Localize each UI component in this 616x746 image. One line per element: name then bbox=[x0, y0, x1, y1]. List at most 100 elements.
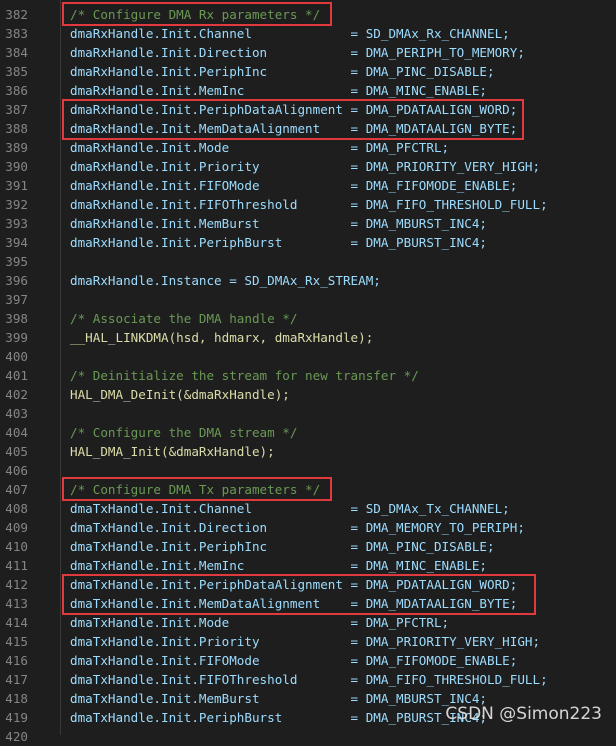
line-number: 386 bbox=[5, 83, 28, 98]
line-number: 395 bbox=[5, 254, 28, 269]
line-number: 404 bbox=[5, 425, 28, 440]
highlight-box-rx-alignment bbox=[62, 99, 524, 140]
code-text: dmaTxHandle.Init.FIFOMode = DMA_FIFOMODE… bbox=[70, 653, 518, 668]
line-number: 399 bbox=[5, 330, 28, 345]
line-number: 396 bbox=[5, 273, 28, 288]
code-text: /* Associate the DMA handle */ bbox=[70, 311, 298, 326]
code-line[interactable]: 399 __HAL_LINKDMA(hsd, hdmarx, dmaRxHandl… bbox=[0, 328, 616, 347]
code-text: dmaRxHandle.Init.PeriphInc = DMA_PINC_DI… bbox=[70, 64, 495, 79]
line-number: 416 bbox=[5, 653, 28, 668]
code-text: dmaTxHandle.Init.Direction = DMA_MEMORY_… bbox=[70, 520, 525, 535]
line-number: 413 bbox=[5, 596, 28, 611]
code-text: /* Configure the DMA stream */ bbox=[70, 425, 298, 440]
code-text: dmaTxHandle.Init.MemInc = DMA_MINC_ENABL… bbox=[70, 558, 488, 573]
code-text: dmaRxHandle.Init.Mode = DMA_PFCTRL; bbox=[70, 140, 450, 155]
code-text: dmaTxHandle.Init.Mode = DMA_PFCTRL; bbox=[70, 615, 450, 630]
code-line[interactable]: 397 bbox=[0, 290, 616, 309]
line-number: 411 bbox=[5, 558, 28, 573]
code-text: dmaRxHandle.Init.MemInc = DMA_MINC_ENABL… bbox=[70, 83, 488, 98]
code-text: dmaRxHandle.Init.FIFOThreshold = DMA_FIF… bbox=[70, 197, 548, 212]
line-number: 403 bbox=[5, 406, 28, 421]
line-number: 414 bbox=[5, 615, 28, 630]
code-line[interactable]: 393 dmaRxHandle.Init.MemBurst = DMA_MBURS… bbox=[0, 214, 616, 233]
line-number: 393 bbox=[5, 216, 28, 231]
line-number: 392 bbox=[5, 197, 28, 212]
line-number: 402 bbox=[5, 387, 28, 402]
code-line[interactable]: 400 bbox=[0, 347, 616, 366]
line-number: 409 bbox=[5, 520, 28, 535]
code-text: dmaTxHandle.Init.MemBurst = DMA_MBURST_I… bbox=[70, 691, 488, 706]
code-text: dmaTxHandle.Init.Channel = SD_DMAx_Tx_CH… bbox=[70, 501, 510, 516]
code-line[interactable]: 390 dmaRxHandle.Init.Priority = DMA_PRIOR… bbox=[0, 157, 616, 176]
code-text: /* Deinitialize the stream for new trans… bbox=[70, 368, 419, 383]
code-text: HAL_DMA_DeInit(&dmaRxHandle); bbox=[70, 387, 290, 402]
line-number: 401 bbox=[5, 368, 28, 383]
line-number: 417 bbox=[5, 672, 28, 687]
line-number: 406 bbox=[5, 463, 28, 478]
code-line[interactable]: 398 /* Associate the DMA handle */ bbox=[0, 309, 616, 328]
code-line[interactable]: 402 HAL_DMA_DeInit(&dmaRxHandle); bbox=[0, 385, 616, 404]
code-line[interactable]: 420 bbox=[0, 727, 616, 746]
highlight-box-tx-comment bbox=[62, 477, 332, 501]
code-line[interactable]: 392 dmaRxHandle.Init.FIFOThreshold = DMA_… bbox=[0, 195, 616, 214]
code-text: __HAL_LINKDMA(hsd, hdmarx, dmaRxHandle); bbox=[70, 330, 374, 345]
code-line[interactable]: 408 dmaTxHandle.Init.Channel = SD_DMAx_Tx… bbox=[0, 499, 616, 518]
code-text: dmaRxHandle.Init.Channel = SD_DMAx_Rx_CH… bbox=[70, 26, 510, 41]
line-number: 389 bbox=[5, 140, 28, 155]
code-line[interactable]: 391 dmaRxHandle.Init.FIFOMode = DMA_FIFOM… bbox=[0, 176, 616, 195]
code-text: dmaTxHandle.Init.PeriphBurst = DMA_PBURS… bbox=[70, 710, 488, 725]
code-line[interactable]: 411 dmaTxHandle.Init.MemInc = DMA_MINC_EN… bbox=[0, 556, 616, 575]
line-number: 405 bbox=[5, 444, 28, 459]
code-line[interactable]: 410 dmaTxHandle.Init.PeriphInc = DMA_PINC… bbox=[0, 537, 616, 556]
line-number: 394 bbox=[5, 235, 28, 250]
code-line[interactable]: 395 bbox=[0, 252, 616, 271]
line-number: 397 bbox=[5, 292, 28, 307]
code-line[interactable]: 396 dmaRxHandle.Instance = SD_DMAx_Rx_STR… bbox=[0, 271, 616, 290]
code-line[interactable]: 404 /* Configure the DMA stream */ bbox=[0, 423, 616, 442]
line-number: 410 bbox=[5, 539, 28, 554]
line-number: 391 bbox=[5, 178, 28, 193]
code-text: dmaRxHandle.Init.Priority = DMA_PRIORITY… bbox=[70, 159, 541, 174]
line-number: 390 bbox=[5, 159, 28, 174]
line-number: 383 bbox=[5, 26, 28, 41]
line-number: 418 bbox=[5, 691, 28, 706]
code-text: dmaRxHandle.Instance = SD_DMAx_Rx_STREAM… bbox=[70, 273, 381, 288]
code-text: dmaRxHandle.Init.PeriphBurst = DMA_PBURS… bbox=[70, 235, 488, 250]
code-text: dmaTxHandle.Init.PeriphInc = DMA_PINC_DI… bbox=[70, 539, 495, 554]
line-number: 415 bbox=[5, 634, 28, 649]
code-editor[interactable]: 382/* Configure DMA Rx parameters */383 d… bbox=[0, 0, 616, 744]
code-line[interactable]: 415 dmaTxHandle.Init.Priority = DMA_PRIOR… bbox=[0, 632, 616, 651]
code-line[interactable]: 385 dmaRxHandle.Init.PeriphInc = DMA_PINC… bbox=[0, 62, 616, 81]
code-text: dmaTxHandle.Init.Priority = DMA_PRIORITY… bbox=[70, 634, 541, 649]
code-line[interactable]: 383 dmaRxHandle.Init.Channel = SD_DMAx_Rx… bbox=[0, 24, 616, 43]
code-line[interactable]: 389 dmaRxHandle.Init.Mode = DMA_PFCTRL; bbox=[0, 138, 616, 157]
line-number: 400 bbox=[5, 349, 28, 364]
code-line[interactable]: 394 dmaRxHandle.Init.PeriphBurst = DMA_PB… bbox=[0, 233, 616, 252]
line-number: 382 bbox=[5, 7, 28, 22]
line-number: 398 bbox=[5, 311, 28, 326]
code-line[interactable]: 409 dmaTxHandle.Init.Direction = DMA_MEMO… bbox=[0, 518, 616, 537]
line-number: 388 bbox=[5, 121, 28, 136]
code-text: dmaRxHandle.Init.MemBurst = DMA_MBURST_I… bbox=[70, 216, 488, 231]
code-line[interactable]: 405 HAL_DMA_Init(&dmaRxHandle); bbox=[0, 442, 616, 461]
code-text: dmaRxHandle.Init.Direction = DMA_PERIPH_… bbox=[70, 45, 525, 60]
code-text: dmaRxHandle.Init.FIFOMode = DMA_FIFOMODE… bbox=[70, 178, 518, 193]
line-number: 408 bbox=[5, 501, 28, 516]
line-number: 407 bbox=[5, 482, 28, 497]
code-line[interactable]: 403 bbox=[0, 404, 616, 423]
code-line[interactable]: 414 dmaTxHandle.Init.Mode = DMA_PFCTRL; bbox=[0, 613, 616, 632]
code-line[interactable]: 386 dmaRxHandle.Init.MemInc = DMA_MINC_EN… bbox=[0, 81, 616, 100]
code-text: HAL_DMA_Init(&dmaRxHandle); bbox=[70, 444, 275, 459]
line-number: 420 bbox=[5, 729, 28, 744]
code-line[interactable]: 401 /* Deinitialize the stream for new tr… bbox=[0, 366, 616, 385]
watermark: CSDN @Simon223 bbox=[445, 704, 602, 724]
line-number: 412 bbox=[5, 577, 28, 592]
code-line[interactable]: 416 dmaTxHandle.Init.FIFOMode = DMA_FIFOM… bbox=[0, 651, 616, 670]
line-number: 387 bbox=[5, 102, 28, 117]
line-number: 419 bbox=[5, 710, 28, 725]
line-number: 385 bbox=[5, 64, 28, 79]
highlight-box-rx-comment bbox=[62, 2, 332, 26]
code-line[interactable]: 417 dmaTxHandle.Init.FIFOThreshold = DMA_… bbox=[0, 670, 616, 689]
code-text: dmaTxHandle.Init.FIFOThreshold = DMA_FIF… bbox=[70, 672, 548, 687]
code-line[interactable]: 384 dmaRxHandle.Init.Direction = DMA_PERI… bbox=[0, 43, 616, 62]
